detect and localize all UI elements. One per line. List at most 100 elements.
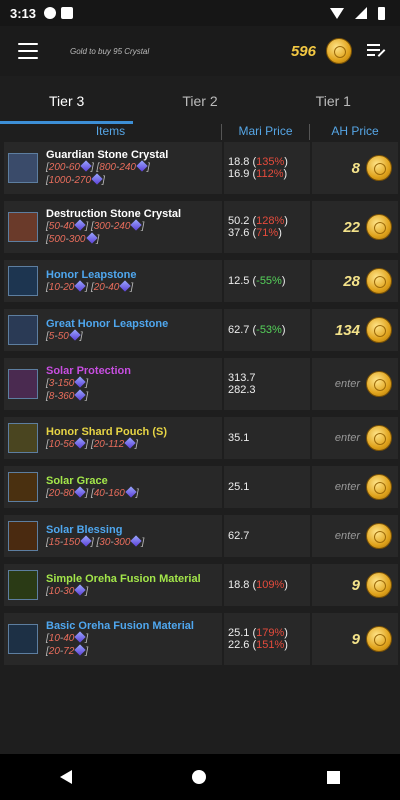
ah-price-cell[interactable]: 8 (312, 142, 398, 194)
edit-list-icon[interactable] (366, 41, 386, 61)
mari-price-cell: 25.1 (179%) 22.6 (151%) (224, 613, 310, 665)
item-cell: Guardian Stone Crystal [200-60] [800-240… (4, 142, 222, 194)
list-item[interactable]: Guardian Stone Crystal [200-60] [800-240… (0, 142, 400, 194)
mari-price-value: 50.2 (228, 215, 250, 227)
list-item[interactable]: Solar Blessing [15-150] [30-300] 62.7 en… (0, 515, 400, 557)
bundle-price: [10-56] (46, 436, 89, 450)
ah-price-value[interactable]: 9 (352, 577, 360, 594)
price-change-percent: 71% (256, 227, 279, 239)
list-item[interactable]: Honor Shard Pouch (S) [10-56] [20-112] 3… (0, 417, 400, 459)
ah-price-value[interactable]: 28 (343, 273, 360, 290)
bundle-price: [500-300] (46, 232, 100, 245)
item-cell: Simple Oreha Fusion Material [10-30] (4, 564, 222, 606)
item-name: Basic Oreha Fusion Material (46, 620, 194, 632)
gold-amount: 596 (290, 42, 316, 60)
list-item[interactable]: Basic Oreha Fusion Material [10-40] [20-7… (0, 613, 400, 665)
tab-tier-1[interactable]: Tier 1 (267, 86, 400, 124)
sd-card-icon (61, 7, 74, 19)
ah-price-value[interactable]: enter (335, 530, 360, 542)
bundle-list: [3-150] [8-360] (46, 376, 131, 403)
ah-price-cell[interactable]: 134 (312, 309, 398, 351)
item-cell: Honor Shard Pouch (S) [10-56] [20-112] (4, 417, 222, 459)
ah-price-cell[interactable]: enter (312, 417, 398, 459)
bundle-price: [1000-270] (46, 173, 105, 186)
gold-to-buy-label: Gold to buy 95 Crystal (70, 46, 150, 56)
bundle-price: [3-150] (46, 376, 89, 389)
price-change-percent: 109% (256, 579, 285, 591)
crystal-icon (80, 160, 92, 172)
ah-price-value[interactable]: 9 (352, 631, 360, 648)
header-mari-price: Mari Price (222, 124, 310, 140)
bundle-list: [10-20] [20-40] (46, 279, 136, 294)
menu-icon[interactable] (18, 43, 38, 59)
item-icon (8, 369, 38, 399)
price-change-percent: 151% (256, 639, 285, 651)
ah-price-value[interactable]: enter (335, 481, 360, 493)
item-cell: Solar Grace [20-80] [40-160] (4, 466, 222, 508)
bundle-price: [10-20] (46, 279, 89, 293)
list-item[interactable]: Destruction Stone Crystal [50-40] [300-2… (0, 201, 400, 253)
mari-price-value: 18.8 (228, 579, 250, 591)
bundle-price: [10-30] (46, 583, 89, 597)
tab-tier-3[interactable]: Tier 3 (0, 86, 134, 124)
ah-price-cell[interactable]: enter (312, 358, 398, 410)
ah-price-cell[interactable]: enter (312, 515, 398, 557)
item-cell: Solar Protection [3-150] [8-360] (4, 358, 222, 410)
status-time: 3:13 (10, 5, 37, 21)
price-change-percent: -55% (256, 275, 282, 287)
app-bar: Gold to buy 95 Crystal 596 (0, 26, 400, 76)
items-list: Guardian Stone Crystal [200-60] [800-240… (0, 142, 400, 672)
bundle-price: [30-300] (96, 534, 145, 548)
item-name: Honor Shard Pouch (S) (46, 425, 167, 438)
mari-price-line: 18.8 (135%) (228, 156, 288, 168)
mari-price-line: 62.7 (-53%) (228, 324, 286, 336)
tab-tier-2[interactable]: Tier 2 (133, 86, 266, 124)
home-icon[interactable] (192, 770, 207, 784)
ah-price-cell[interactable]: 9 (312, 564, 398, 606)
bundle-price: [50-40] (46, 219, 89, 232)
bundle-list: [5-50] (46, 328, 168, 343)
mari-price-value: 313.7 (228, 372, 256, 384)
gold-coin-icon (366, 523, 392, 549)
gold-coin-icon (366, 155, 392, 181)
list-item[interactable]: Great Honor Leapstone [5-50] 62.7 (-53%)… (0, 309, 400, 351)
item-cell: Honor Leapstone [10-20] [20-40] (4, 260, 222, 302)
ah-price-value[interactable]: 134 (335, 322, 360, 339)
header-ah-price: AH Price (331, 124, 379, 138)
mari-price-line: 62.7 (228, 530, 306, 542)
ah-price-value[interactable]: 8 (352, 160, 360, 177)
mari-price-cell: 35.1 (224, 417, 310, 459)
bundle-list: [10-56] [20-112] (46, 436, 167, 451)
gold-coin-icon (366, 371, 392, 397)
list-item[interactable]: Simple Oreha Fusion Material [10-30] 18.… (0, 564, 400, 606)
ah-price-cell[interactable]: enter (312, 466, 398, 508)
mari-price-cell: 12.5 (-55%) (224, 260, 310, 302)
list-item[interactable]: Solar Protection [3-150] [8-360] 313.7 282… (0, 358, 400, 410)
bundle-price: [20-72] (46, 644, 89, 657)
mari-price-cell: 18.8 (135%) 16.9 (112%) (224, 142, 310, 194)
mari-price-line: 25.1 (179%) (228, 627, 288, 639)
ah-price-value[interactable]: 22 (343, 219, 360, 236)
ah-price-cell[interactable]: 22 (312, 201, 398, 253)
gold-coin-icon (366, 214, 392, 240)
list-item[interactable]: Solar Grace [20-80] [40-160] 25.1 enter (0, 466, 400, 508)
mari-price-line: 313.7 (228, 372, 306, 384)
price-change-percent: 135% (256, 156, 285, 168)
item-cell: Destruction Stone Crystal [50-40] [300-2… (4, 201, 222, 253)
mari-price-line: 282.3 (228, 384, 306, 396)
ah-price-cell[interactable]: 28 (312, 260, 398, 302)
back-icon[interactable] (60, 770, 73, 784)
ah-price-cell[interactable]: 9 (312, 613, 398, 665)
recent-apps-icon[interactable] (326, 770, 340, 784)
ah-price-value[interactable]: enter (335, 432, 360, 444)
price-change-percent: 179% (256, 627, 285, 639)
crystal-icon (136, 160, 148, 172)
mari-price-line: 25.1 (228, 481, 306, 493)
bundle-price: [200-60] (46, 160, 94, 173)
mari-price-line: 37.6 (71%) (228, 227, 282, 239)
list-item[interactable]: Honor Leapstone [10-20] [20-40] 12.5 (-5… (0, 260, 400, 302)
gold-coin-icon (326, 38, 352, 64)
signal-icon (355, 7, 367, 19)
ah-price-value[interactable]: enter (335, 378, 360, 390)
status-bar: 3:13 (0, 0, 400, 26)
